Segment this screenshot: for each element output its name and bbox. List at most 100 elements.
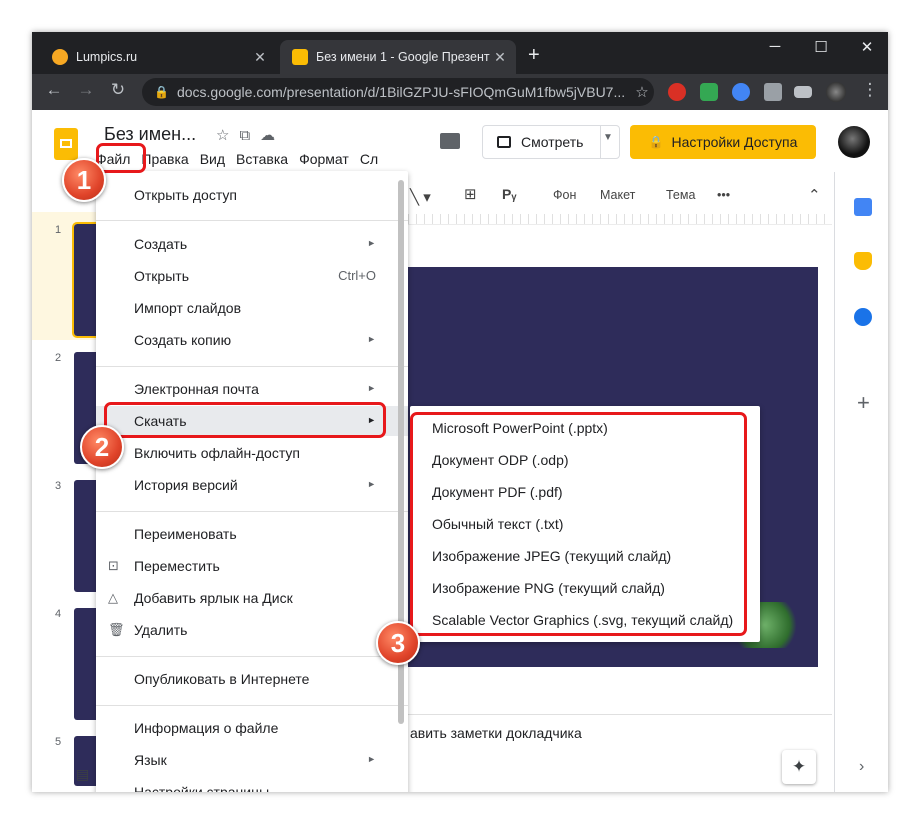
- menu-separator: [96, 366, 408, 367]
- collapse-toolbar-icon[interactable]: ⌃: [808, 186, 821, 204]
- document-title[interactable]: Без имен...: [104, 124, 196, 145]
- move-folder-icon[interactable]: ⧉: [239, 127, 260, 144]
- tasks-icon[interactable]: [854, 308, 872, 326]
- insert-comment-icon[interactable]: ⊞: [464, 185, 477, 203]
- submenu-arrow-icon: ►: [367, 383, 376, 393]
- menu-item-label: Настройки страницы: [134, 784, 270, 792]
- cloud-status-icon[interactable]: ☁: [260, 127, 285, 144]
- present-divider: [600, 126, 601, 158]
- lumpics-favicon-icon: [52, 49, 68, 65]
- menu-item-publish[interactable]: Опубликовать в Интернете: [96, 664, 408, 694]
- slide-number: 5: [55, 736, 62, 748]
- browser-menu-button[interactable]: ⋮: [858, 80, 882, 100]
- more-options-icon[interactable]: •••: [717, 188, 730, 202]
- slide-number: 3: [55, 480, 62, 492]
- vpn-extension-icon[interactable]: [732, 83, 750, 101]
- grid-view-icon[interactable]: ▤: [76, 766, 89, 783]
- star-icon[interactable]: ☆: [216, 127, 239, 144]
- reload-button[interactable]: ↻: [106, 80, 130, 100]
- menu-item-offline[interactable]: Включить офлайн-доступ: [96, 438, 408, 468]
- tab-close-icon[interactable]: ✕: [250, 49, 270, 66]
- file-menu: Открыть доступ Создать ► Открыть Ctrl+O Им…: [96, 171, 408, 792]
- menu-item-rename[interactable]: Переименовать: [96, 519, 408, 549]
- explore-button[interactable]: ✦: [782, 750, 816, 784]
- menu-separator: [96, 220, 408, 221]
- forward-button[interactable]: →: [74, 80, 98, 100]
- menu-item-label: Импорт слайдов: [134, 300, 242, 316]
- tab-lumpics[interactable]: Lumpics.ru ✕: [40, 40, 276, 74]
- highlight-download-item: [104, 402, 386, 438]
- background-button[interactable]: Фон: [553, 188, 576, 202]
- address-bar[interactable]: 🔒 docs.google.com/presentation/d/1BilGZP…: [142, 78, 654, 106]
- share-button[interactable]: 🔒 Настройки Доступа: [630, 125, 816, 159]
- theme-button[interactable]: Тема: [666, 188, 695, 202]
- menu-insert[interactable]: Вставка: [236, 151, 288, 171]
- extensions-puzzle-icon[interactable]: [764, 83, 782, 101]
- menu-item-new[interactable]: Создать ►: [96, 229, 408, 259]
- minimize-button[interactable]: ─: [760, 38, 790, 55]
- menu-item-delete[interactable]: 🗑 Удалить: [96, 615, 408, 645]
- comments-icon[interactable]: [440, 133, 460, 149]
- speaker-notes[interactable]: авить заметки докладчика: [410, 725, 582, 741]
- menu-format[interactable]: Формат: [299, 151, 349, 171]
- present-button[interactable]: Смотреть ▼: [482, 125, 620, 159]
- sparkle-icon: ✦: [791, 757, 807, 776]
- adblock-extension-icon[interactable]: [668, 83, 686, 101]
- slides-favicon-icon: [292, 49, 308, 65]
- present-icon: [497, 136, 511, 148]
- close-window-button[interactable]: ✕: [852, 38, 882, 56]
- chevron-right-icon[interactable]: ›: [859, 758, 864, 776]
- notes-divider[interactable]: [408, 714, 832, 715]
- folder-move-icon: ⊡: [108, 558, 119, 573]
- submenu-arrow-icon: ►: [367, 754, 376, 764]
- menu-item-version-history[interactable]: История версий ►: [96, 470, 408, 500]
- calendar-icon[interactable]: [854, 198, 872, 216]
- menu-view[interactable]: Вид: [200, 151, 225, 171]
- chevron-down-icon[interactable]: ▼: [603, 132, 613, 143]
- menu-item-email[interactable]: Электронная почта ►: [96, 374, 408, 404]
- slides-logo-icon[interactable]: [54, 128, 78, 160]
- menu-item-label: Переименовать: [134, 526, 237, 542]
- menu-item-open[interactable]: Открыть Ctrl+O: [96, 261, 408, 291]
- menu-separator: [96, 656, 408, 657]
- menu-item-add-shortcut[interactable]: △ Добавить ярлык на Диск: [96, 583, 408, 613]
- bookmark-star-icon[interactable]: ☆: [630, 83, 654, 101]
- tab-close-icon[interactable]: ✕: [490, 49, 510, 66]
- menu-item-make-copy[interactable]: Создать копию ►: [96, 325, 408, 355]
- keep-icon[interactable]: [854, 252, 872, 270]
- reading-list-icon[interactable]: [794, 86, 812, 98]
- menu-slide[interactable]: Сл: [360, 151, 378, 171]
- new-tab-button[interactable]: +: [528, 44, 540, 67]
- textbox-tool-icon[interactable]: Pᵧ: [502, 186, 516, 202]
- slide-number: 1: [55, 224, 62, 236]
- menu-item-share[interactable]: Открыть доступ: [96, 180, 408, 210]
- lock-icon: 🔒: [154, 85, 169, 99]
- back-button[interactable]: ←: [42, 80, 66, 100]
- menu-item-label: Создать: [134, 236, 188, 252]
- slide-filmstrip: 1 2 3 4 5 ▤: [32, 212, 106, 792]
- menu-separator: [96, 705, 408, 706]
- profile-avatar-icon[interactable]: [826, 82, 846, 102]
- submenu-arrow-icon: ►: [367, 334, 376, 344]
- menu-item-import-slides[interactable]: Импорт слайдов: [96, 293, 408, 323]
- account-avatar[interactable]: [838, 126, 870, 158]
- menu-item-file-info[interactable]: Информация о файле: [96, 713, 408, 743]
- submenu-arrow-icon: ►: [367, 479, 376, 489]
- menu-item-label: Добавить ярлык на Диск: [134, 590, 293, 606]
- menu-item-move[interactable]: ⊡ Переместить: [96, 551, 408, 581]
- menu-item-language[interactable]: Язык ►: [96, 745, 408, 775]
- trash-icon: 🗑: [108, 622, 125, 637]
- layout-button[interactable]: Макет: [600, 188, 635, 202]
- submenu-arrow-icon: ►: [367, 238, 376, 248]
- line-tool-icon[interactable]: ╲ ▾: [410, 188, 431, 206]
- ruler: [408, 214, 832, 225]
- menu-item-shortcut: Ctrl+O: [338, 268, 376, 283]
- check-extension-icon[interactable]: [700, 83, 718, 101]
- title-icons: ☆⧉☁: [216, 126, 285, 144]
- menu-edit[interactable]: Правка: [141, 151, 188, 171]
- url-text: docs.google.com/presentation/d/1BilGZPJU…: [176, 84, 626, 100]
- tab-presentation[interactable]: Без имени 1 - Google Презента ✕: [280, 40, 516, 74]
- menu-item-page-setup[interactable]: Настройки страницы: [96, 777, 408, 792]
- add-addon-icon[interactable]: +: [857, 390, 870, 416]
- maximize-button[interactable]: ☐: [806, 38, 836, 56]
